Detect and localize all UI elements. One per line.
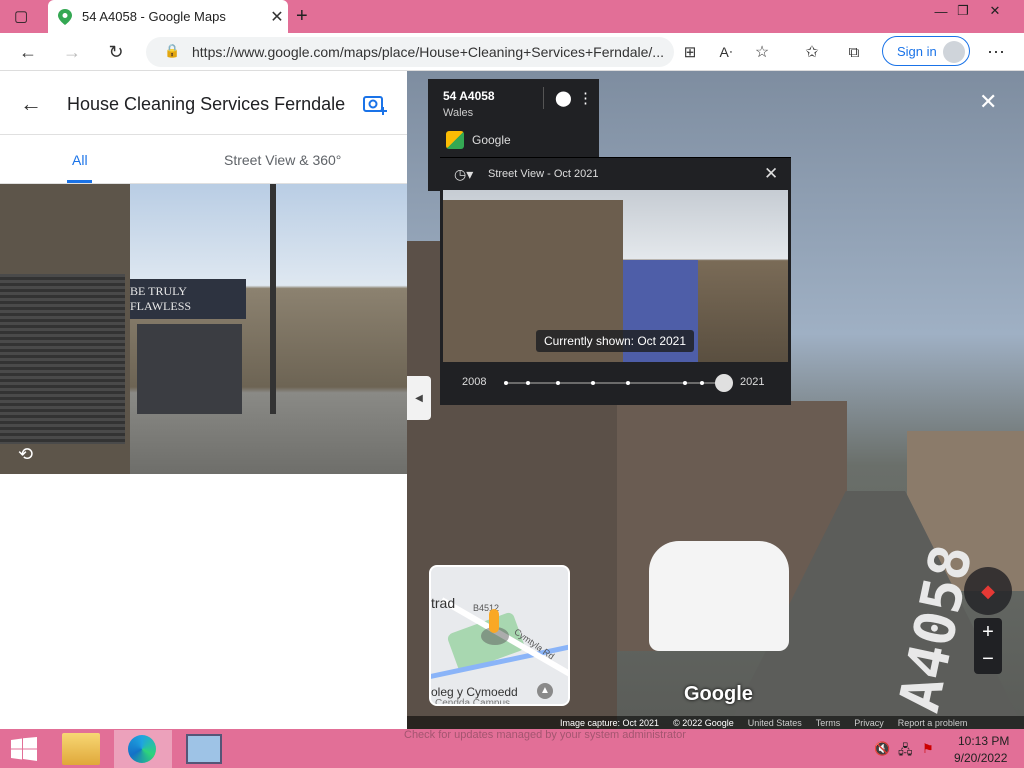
new-tab-icon[interactable]: +: [296, 5, 308, 28]
read-aloud-icon[interactable]: Aᐧ: [710, 33, 742, 71]
footer-link-terms[interactable]: Terms: [816, 718, 841, 728]
more-options-icon[interactable]: ⋮: [578, 89, 593, 107]
page-title: House Cleaning Services Ferndale: [67, 94, 346, 114]
divider: [543, 87, 544, 109]
close-time-travel-icon[interactable]: ✕: [764, 164, 778, 184]
timeline-selected-handle[interactable]: [715, 374, 733, 392]
back-icon[interactable]: ←: [12, 33, 44, 71]
taskbar: Check for updates managed by your system…: [0, 729, 1024, 768]
collections-icon[interactable]: ⧉: [838, 33, 870, 71]
add-favorite-icon[interactable]: ☆: [746, 33, 778, 71]
timeline-point[interactable]: [700, 381, 705, 385]
start-year: 2008: [462, 376, 487, 388]
google-logo-icon: [446, 131, 464, 149]
tab-street-view[interactable]: Street View & 360°: [224, 135, 341, 184]
network-icon[interactable]: 🖧: [898, 741, 913, 763]
tab-actions-icon[interactable]: ▢: [14, 7, 28, 25]
panel-back-icon[interactable]: ←: [20, 91, 42, 117]
360-rotate-icon[interactable]: ⟲: [18, 444, 33, 465]
parked-car: [649, 541, 789, 651]
timeline-point[interactable]: [591, 381, 596, 385]
address-label: 54 A4058: [443, 89, 495, 103]
map-footer: Image capture: Oct 2021 © 2022 Google Un…: [407, 716, 1024, 729]
zoom-in-icon[interactable]: +: [974, 618, 1002, 646]
history-icon[interactable]: ◷▾: [454, 166, 473, 183]
more-menu-icon[interactable]: ⋯: [980, 33, 1012, 71]
address-bar[interactable]: 🔒 https://www.google.com/maps/place/Hous…: [146, 37, 674, 67]
school-icon: ▲: [537, 683, 553, 699]
photo-tabs: All Street View & 360°: [0, 134, 407, 184]
street-pole: [270, 184, 276, 414]
shop-window: [137, 324, 242, 414]
time-travel-header: Street View - Oct 2021: [488, 168, 599, 180]
shop-photo[interactable]: BE TRULY FLAWLESS ⟲: [0, 184, 407, 474]
clock-time[interactable]: 10:13 PM: [958, 734, 1009, 748]
avatar: [943, 41, 965, 63]
tab-all[interactable]: All: [72, 135, 88, 184]
timeline-slider[interactable]: [504, 374, 733, 392]
historical-thumbnail[interactable]: Currently shown: Oct 2021: [443, 190, 788, 362]
windows-start-icon[interactable]: [10, 737, 38, 761]
timeline-point[interactable]: [525, 381, 530, 385]
volume-muted-icon[interactable]: 🔇: [874, 741, 890, 757]
refresh-icon[interactable]: ↻: [100, 33, 132, 71]
footer-link-privacy[interactable]: Privacy: [854, 718, 884, 728]
footer-link-report[interactable]: Report a problem: [898, 718, 968, 728]
favorites-icon[interactable]: ✩: [796, 33, 828, 71]
map-label-place: trad: [431, 595, 456, 611]
copyright: © 2022 Google: [673, 717, 734, 728]
action-center-icon[interactable]: ⚑: [922, 741, 934, 757]
browser-tab[interactable]: 54 A4058 - Google Maps ✕: [48, 0, 288, 33]
clock-date[interactable]: 9/20/2022: [954, 751, 1007, 765]
pegman-icon[interactable]: [489, 609, 499, 633]
timeline-point[interactable]: [626, 381, 631, 385]
edge-icon: [128, 735, 156, 763]
mini-map[interactable]: trad B4512 Cymtyla Rd oleg y Cymoedd Cen…: [429, 565, 570, 706]
browser-titlebar: ▢ 54 A4058 - Google Maps ✕ + — ❐ ✕: [0, 0, 1024, 33]
close-street-view-icon[interactable]: ✕: [979, 89, 997, 115]
compass-icon[interactable]: ◆: [964, 567, 1012, 615]
close-window-icon[interactable]: ✕: [980, 0, 1010, 22]
maps-pin-icon: [58, 8, 72, 25]
zoom-control: + −: [974, 618, 1002, 674]
url-text: https://www.google.com/maps/place/House+…: [192, 44, 664, 60]
collapse-panel-button[interactable]: ◀: [407, 376, 431, 420]
control-panel-icon[interactable]: [186, 734, 222, 764]
side-panel: ← House Cleaning Services Ferndale All S…: [0, 71, 407, 729]
lock-icon: 🔒: [164, 43, 181, 58]
active-tab-indicator: [67, 180, 92, 183]
timeline-point[interactable]: [556, 381, 561, 385]
file-explorer-icon[interactable]: [62, 733, 100, 765]
close-tab-icon[interactable]: ✕: [266, 7, 288, 27]
browser-navbar: ← → ↻ 🔒 https://www.google.com/maps/plac…: [0, 33, 1024, 71]
currently-shown-tooltip: Currently shown: Oct 2021: [536, 330, 694, 352]
capture-date: Image capture: Oct 2021: [560, 717, 660, 728]
sign-in-label: Sign in: [897, 43, 937, 59]
sign-in-button[interactable]: Sign in: [882, 36, 970, 66]
shutter: [0, 274, 125, 444]
add-photo-icon[interactable]: [363, 93, 387, 120]
timeline-point[interactable]: [504, 381, 508, 385]
tab-title: 54 A4058 - Google Maps: [82, 9, 226, 24]
location-pin-icon[interactable]: ⬤: [555, 89, 572, 107]
edge-taskbar-button[interactable]: [114, 730, 172, 768]
region-label: Wales: [443, 107, 474, 119]
update-notice: Check for updates managed by your system…: [404, 729, 686, 741]
forward-icon[interactable]: →: [56, 33, 88, 71]
footer-link-country[interactable]: United States: [748, 718, 802, 728]
source-label: Google: [472, 133, 511, 147]
end-year: 2021: [740, 376, 765, 388]
shop-sign: BE TRULY FLAWLESS: [130, 279, 246, 319]
restore-icon[interactable]: ❐: [948, 0, 978, 22]
apps-icon[interactable]: ⊞: [674, 33, 706, 71]
timeline-point[interactable]: [682, 381, 687, 385]
map-label-college: oleg y Cymoedd: [431, 685, 518, 699]
zoom-out-icon[interactable]: −: [974, 646, 1002, 674]
map-label-campus: Cendda Campus: [435, 698, 511, 706]
google-watermark: Google: [684, 683, 753, 705]
